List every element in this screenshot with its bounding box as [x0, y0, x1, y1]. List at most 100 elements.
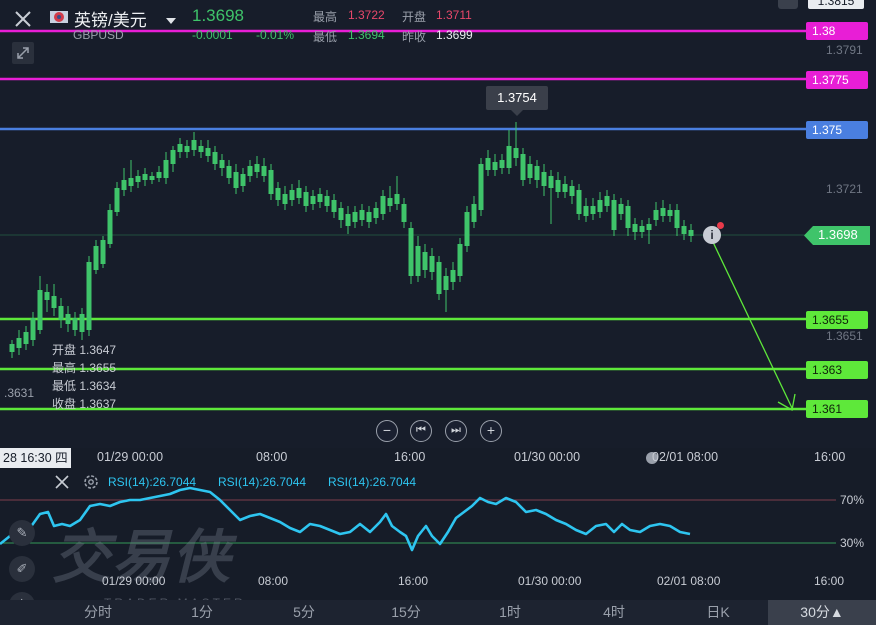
chart-area[interactable]: 英镑/美元 GBPUSD 1.3698 -0.0001 -0.01% 最高 1.… [0, 0, 876, 448]
ohlc-open: 开盘 1.3647 [52, 343, 117, 357]
candle-body [128, 178, 134, 186]
draw-tool-icon[interactable]: ✎ [9, 520, 35, 546]
candle-body [65, 314, 71, 324]
high-value: 1.3722 [348, 8, 385, 22]
timeframe-tab[interactable]: 4时 [586, 600, 642, 625]
candle-body [142, 174, 148, 180]
timeframe-tab[interactable]: 15分 [378, 600, 434, 625]
ohlc-low: 最低 1.3634 [52, 379, 117, 393]
candle-body [184, 146, 190, 152]
candle-body [429, 256, 435, 272]
candle-body [212, 152, 218, 164]
candle-body [23, 332, 29, 344]
candle-body [492, 162, 498, 170]
candle-body [121, 180, 127, 190]
timeframe-tab-selected[interactable]: 30分▲ [768, 600, 876, 625]
candle-body [100, 240, 106, 264]
candle-body [464, 212, 470, 246]
open-value: 1.3711 [436, 8, 472, 22]
close-rsi-icon[interactable] [54, 474, 70, 490]
price-tick: 1.3721 [826, 182, 863, 196]
timeframe-tab[interactable]: 1时 [482, 600, 538, 625]
candle-body [51, 296, 57, 308]
scroll-left-button[interactable]: ⏮ [410, 420, 432, 442]
candle-body [114, 188, 120, 212]
time-label: 01/30 00:00 [514, 450, 581, 464]
candle-body [513, 148, 519, 158]
candle-body [247, 166, 253, 176]
candle-body [289, 190, 295, 200]
left-price-cut: .3631 [4, 386, 35, 400]
scroll-right-button[interactable]: ⏭ [445, 420, 467, 442]
time-axis: 28 16:30 四 01/29 00:00 08:00 16:00 01/30… [0, 448, 876, 470]
candle-body [317, 194, 323, 202]
rsi-panel[interactable]: RSI(14):26.7044 RSI(14):26.7044 RSI(14):… [0, 470, 876, 610]
candle-body [345, 214, 351, 226]
candle-body [667, 210, 673, 216]
candle-body [58, 306, 64, 320]
current-price-value: 1.3698 [818, 227, 858, 242]
candle-body [296, 188, 302, 198]
candle-body [135, 176, 141, 182]
timeframe-tab[interactable]: 分时 [70, 600, 126, 625]
symbol-dropdown-icon[interactable] [165, 12, 177, 30]
close-icon[interactable] [12, 8, 34, 30]
candle-body [324, 196, 330, 206]
settings-gear-icon[interactable] [82, 473, 100, 491]
candle-body [443, 276, 449, 290]
timeframe-tab[interactable]: 5分 [276, 600, 332, 625]
symbol-code: GBPUSD [73, 28, 124, 42]
candle-body [688, 230, 694, 236]
candle-body [254, 164, 260, 172]
level-tag[interactable]: 1.361 [806, 400, 868, 418]
candle-body [198, 146, 204, 152]
candle-body [681, 226, 687, 234]
timeframe-tab[interactable]: 日K [690, 600, 746, 625]
current-price-tag: 1.3698 [804, 226, 870, 245]
candle-body [401, 204, 407, 222]
candle-body [625, 206, 631, 228]
candle-body [303, 192, 309, 206]
candle-body [149, 176, 155, 180]
price-change: -0.0001 [192, 28, 233, 42]
candle-body [156, 172, 162, 178]
zoom-out-button[interactable]: − [376, 420, 398, 442]
candle-body [380, 196, 386, 214]
candle-body [660, 208, 666, 216]
zoom-in-button[interactable]: + [480, 420, 502, 442]
rsi-time-label: 08:00 [258, 574, 289, 588]
candle-body [30, 318, 36, 340]
level-tag[interactable]: 1.375 [806, 121, 868, 139]
time-label: 16:00 [394, 450, 426, 464]
candle-body [457, 244, 463, 276]
candlestick-chart[interactable] [0, 0, 876, 448]
open-label: 开盘 [402, 10, 427, 24]
candle-body [422, 252, 428, 270]
shrink-icon[interactable] [12, 42, 34, 64]
candle-body [639, 226, 645, 232]
candle-body [359, 210, 365, 220]
candle-body [562, 184, 568, 192]
rsi-time-label: 01/29 00:00 [102, 574, 166, 588]
ohlc-close: 收盘 1.3637 [52, 397, 117, 411]
level-tag[interactable]: 1.3655 [806, 311, 868, 329]
level-tag[interactable]: 1.363 [806, 361, 868, 379]
pen-icon[interactable]: ✐ [9, 556, 35, 582]
candle-body [394, 194, 400, 204]
rsi-label: RSI(14):26.7044 [218, 475, 307, 489]
level-tag[interactable]: 1.3775 [806, 71, 868, 89]
candle-body [471, 204, 477, 222]
uk-flag-icon [50, 10, 68, 23]
candle-body [450, 270, 456, 282]
candle-body [219, 160, 225, 168]
candle-body [555, 180, 561, 192]
candle-body [163, 160, 169, 178]
bell-icon[interactable] [778, 0, 798, 9]
candle-body [177, 144, 183, 152]
candle-body [366, 212, 372, 222]
level-tag[interactable]: 1.38 [806, 22, 868, 40]
candle-body [534, 166, 540, 180]
candle-body [527, 164, 533, 178]
candle-body [44, 292, 50, 300]
timeframe-tab[interactable]: 1分 [174, 600, 230, 625]
